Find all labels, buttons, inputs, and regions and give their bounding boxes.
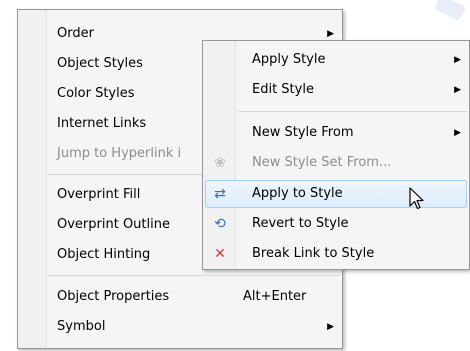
style-set-icon: ❀ [214, 155, 226, 171]
menu-separator [48, 275, 340, 276]
menu-item-label: New Style Set From... [252, 155, 392, 170]
submenu-arrow-icon: ▶ [327, 322, 334, 332]
menu-item-apply-to-style[interactable]: ⇄ Apply to Style [203, 179, 469, 209]
mouse-cursor-icon [409, 187, 424, 210]
menu-item-label: Break Link to Style [252, 246, 375, 261]
apply-to-style-icon: ⇄ [214, 186, 226, 202]
menu-item-shortcut: Alt+Enter [243, 289, 307, 304]
menu-item-apply-style[interactable]: Apply Style ▶ [203, 45, 469, 75]
submenu-arrow-icon: ▶ [454, 85, 461, 95]
menu-item-break-link-to-style[interactable]: ✕ Break Link to Style [203, 239, 469, 269]
menu-item-label: Internet Links [57, 116, 147, 131]
background-shape [433, 0, 467, 22]
menu-item-label: Apply to Style [252, 186, 343, 201]
submenu-arrow-icon: ▶ [454, 55, 461, 65]
menu-item-object-properties[interactable]: Object Properties Alt+Enter [18, 282, 342, 312]
menu-item-label: Object Properties [57, 289, 170, 304]
menu-item-label: New Style From [252, 125, 354, 140]
menu-item-edit-style[interactable]: Edit Style ▶ [203, 75, 469, 105]
menu-item-label: Color Styles [57, 86, 135, 101]
break-link-icon: ✕ [214, 246, 226, 262]
menu-item-symbol[interactable]: Symbol ▶ [18, 312, 342, 342]
menu-item-label: Edit Style [252, 82, 314, 97]
menu-item-label: Revert to Style [252, 216, 349, 231]
menu-item-label: Overprint Outline [57, 217, 170, 232]
revert-to-style-icon: ⟲ [214, 216, 226, 232]
menu-item-label: Symbol [57, 319, 106, 334]
menu-item-revert-to-style[interactable]: ⟲ Revert to Style [203, 209, 469, 239]
menu-item-new-style-set-from: ❀ New Style Set From... [203, 148, 469, 178]
menu-item-label: Object Styles [57, 56, 143, 71]
menu-separator [238, 111, 467, 112]
menu-item-label: Order [57, 26, 94, 41]
menu-item-label: Apply Style [252, 52, 326, 67]
object-styles-submenu: Apply Style ▶ Edit Style ▶ New Style Fro… [202, 40, 470, 270]
submenu-arrow-icon: ▶ [454, 128, 461, 138]
menu-item-label: Overprint Fill [57, 187, 141, 202]
menu-item-label: Jump to Hyperlink i [57, 146, 182, 161]
menu-item-new-style-from[interactable]: New Style From ▶ [203, 118, 469, 148]
menu-item-label: Object Hinting [57, 247, 151, 262]
